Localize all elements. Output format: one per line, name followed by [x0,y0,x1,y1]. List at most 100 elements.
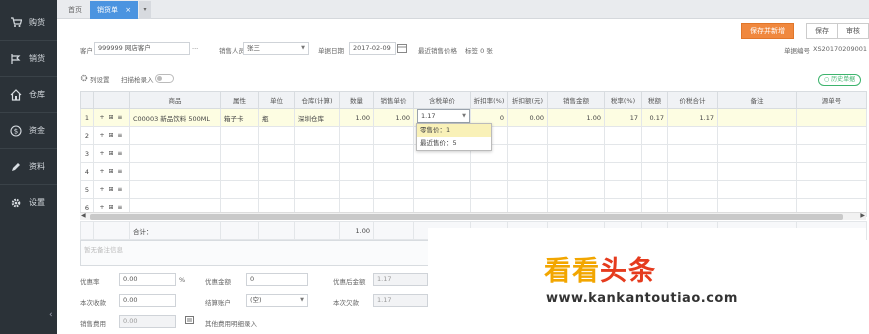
column-header-unit: 单位 [258,91,295,109]
tab-sales[interactable]: 销货单 × [90,1,139,19]
total-label: 合计： [129,221,221,240]
discount-rate-field[interactable]: 0.00 [119,273,176,286]
watermark-logo: 看看头条 [544,249,656,288]
column-header-tax: 税额 [641,91,668,109]
date-label: 单据日期 [318,47,344,55]
salesperson-value: 张三 [247,44,260,52]
cell-warehouse[interactable]: 深圳仓库 [294,108,340,127]
sidebar-item-purchase[interactable]: 购货 [0,4,57,40]
cell-disc-amt[interactable]: 0.00 [507,108,548,127]
svg-text:$: $ [14,127,18,135]
edit-icon[interactable] [185,316,194,326]
cell-attr[interactable]: 箱子卡 [220,108,259,127]
tab-bar: 首页 销货单 × ▾ [57,0,869,19]
chevron-down-icon: ▼ [300,297,304,303]
sidebar-item-label: 设置 [29,198,45,207]
cell-unit[interactable]: 瓶 [258,108,295,127]
tab-menu-icon[interactable]: ▾ [139,1,151,19]
tax-price-select[interactable]: 1.17 ▼ [417,109,470,123]
save-and-new-button[interactable]: 保存并新增 [741,23,794,39]
horizontal-scrollbar[interactable]: ◀ ▶ [80,212,866,220]
account-value: (空) [250,296,262,304]
row-action-icons[interactable]: + ⊞ ≡ [93,144,130,163]
gear-icon [10,197,22,209]
sidebar-item-settings[interactable]: 设置 [0,184,57,220]
cell-product[interactable]: C00003 新品饮料 500ML [129,108,221,127]
column-header [80,91,94,109]
watermark-brand-a: 看看 [544,256,600,287]
watermark-url: www.kankantoutiao.com [546,291,738,306]
cell-price[interactable]: 1.00 [373,108,414,127]
scroll-right-icon[interactable]: ▶ [860,212,865,219]
close-icon[interactable]: × [125,6,131,14]
discount-amount-field[interactable]: 0 [246,273,308,286]
row-action-icons[interactable]: + ⊞ ≡ [93,126,130,145]
column-settings-link[interactable]: 列设置 [90,74,110,84]
other-fee-link[interactable]: 其他费用明细录入 [205,318,257,328]
cell-tax[interactable]: 0.17 [641,108,668,127]
row-number: 3 [80,144,94,163]
sidebar-item-funds[interactable]: $ 资金 [0,112,57,148]
received-label: 本次收款 [80,299,106,307]
cell-remark[interactable] [717,108,797,127]
column-header-remark: 备注 [717,91,797,109]
after-discount-field: 1.17 [373,273,428,286]
sales-cost-label: 销售费用 [80,320,106,328]
row-number: 4 [80,162,94,181]
history-doc-label: 历史单据 [831,76,856,83]
column-header-warehouse: 仓库(计算) [294,91,340,109]
sidebar-collapse-icon[interactable]: ‹ [49,310,53,320]
row-action-icons[interactable]: + ⊞ ≡ [93,162,130,181]
sidebar-item-sales[interactable]: 销货 [0,40,57,76]
percent-sign: % [179,276,186,284]
sidebar-item-warehouse[interactable]: 仓库 [0,76,57,112]
column-header-src: 源单号 [796,91,867,109]
calendar-icon[interactable] [397,43,407,55]
table-row[interactable]: 4 + ⊞ ≡ [80,162,867,181]
cell-src[interactable] [796,108,867,127]
sales-cost-field: 0.00 [119,315,176,328]
table-row[interactable]: 5 + ⊞ ≡ [80,180,867,199]
cell-qty[interactable]: 1.00 [339,108,374,127]
column-header-product: 商品 [129,91,221,109]
cart-icon [10,16,22,28]
row-number: 1 [80,108,94,127]
received-field[interactable]: 0.00 [119,294,176,307]
option-retail-price[interactable]: 零售价：1 [417,124,491,137]
row-action-icons[interactable]: + ⊞ ≡ [93,180,130,199]
cell-total[interactable]: 1.17 [667,108,718,127]
warehouse-icon [10,88,22,101]
scroll-left-icon[interactable]: ◀ [81,212,86,219]
history-doc-button[interactable]: ○ 历史单据 [818,74,862,86]
doc-no-value: XS20170209001 [813,45,868,53]
audit-button[interactable]: 审核 [837,23,869,39]
option-recent-price[interactable]: 最近售价：5 [417,137,491,150]
customer-lookup-icon[interactable]: ··· [192,45,198,53]
column-settings-gear-icon[interactable] [80,74,88,84]
scrollbar-thumb[interactable] [90,214,843,220]
date-field[interactable]: 2017-02-09 [349,42,396,55]
cell-tax-rate[interactable]: 17 [604,108,642,127]
doc-no-label: 单据编号 [784,47,810,55]
sales-icon [10,53,22,65]
money-icon: $ [10,124,22,137]
column-header-disc-amt: 折扣额(元) [507,91,548,109]
customer-field[interactable]: 999999 网店客户 [94,42,190,55]
cell-amount[interactable]: 1.00 [547,108,605,127]
save-button[interactable]: 保存 [806,23,838,39]
tags-text[interactable]: 标签 0 张 [465,45,493,55]
account-select[interactable]: (空) ▼ [246,294,308,307]
sidebar-item-label: 购货 [29,17,45,27]
sidebar-item-label: 资金 [29,126,45,135]
column-header-disc-rate: 折扣率(%) [470,91,508,109]
tab-home[interactable]: 首页 [61,1,89,19]
customer-label: 客户 [80,47,93,55]
sidebar-item-data[interactable]: 资料 [0,148,57,184]
row-action-icons[interactable]: + ⊞ ≡ [93,108,130,127]
last-price-link[interactable]: 最近销售价格 [418,45,457,55]
salesperson-select[interactable]: 张三 ▼ [243,42,309,55]
scan-input-toggle[interactable] [155,74,174,83]
grid-header-row: 商品 属性 单位 仓库(计算) 数量 销售单价 含税单价 折扣率(%) 折扣额(… [80,91,867,109]
total-qty: 1.00 [339,221,374,240]
tax-price-options: 零售价：1 最近售价：5 [416,123,492,151]
